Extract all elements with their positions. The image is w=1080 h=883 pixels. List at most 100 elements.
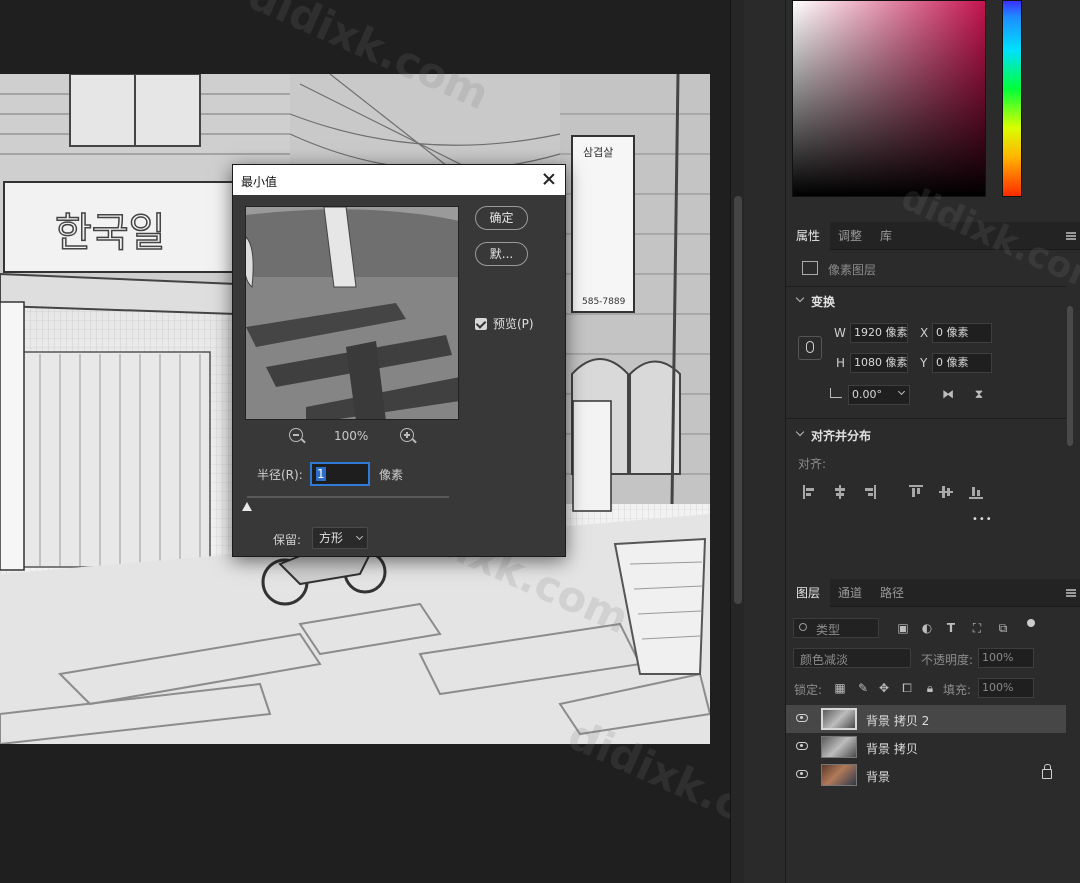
visibility-eye-icon[interactable] xyxy=(796,714,808,722)
y-label: Y xyxy=(920,356,928,370)
preserve-value: 方形 xyxy=(319,531,344,545)
chevron-down-icon xyxy=(355,532,364,541)
filter-preview-image[interactable] xyxy=(245,206,459,420)
align-distribute-heading: 对齐并分布 xyxy=(811,429,872,443)
height-label: H xyxy=(836,356,846,370)
align-horizontal-centers-icon[interactable] xyxy=(833,485,847,499)
lock-position-icon[interactable]: ✥ xyxy=(877,681,891,695)
preserve-label: 保留: xyxy=(273,533,302,547)
angle-icon xyxy=(830,388,842,398)
x-label: X xyxy=(920,326,929,340)
filter-kind-label: 类型 xyxy=(816,623,841,637)
hue-slider[interactable] xyxy=(1002,0,1022,197)
zoom-out-icon[interactable] xyxy=(289,428,303,442)
fill-label: 填充: xyxy=(943,683,972,697)
lock-all-icon[interactable]: 🔒︎ xyxy=(923,681,937,695)
blend-mode-select[interactable]: 颜色减淡 xyxy=(793,648,911,668)
properties-panel-tabs: 属性 调整 库 xyxy=(786,222,1080,250)
dialog-title: 最小值 xyxy=(241,175,278,189)
canvas-vertical-scrollbar[interactable] xyxy=(730,0,744,883)
radius-unit: 像素 xyxy=(379,468,404,482)
panel-menu-icon[interactable] xyxy=(1066,232,1076,240)
layer-name[interactable]: 背景 xyxy=(866,768,890,785)
link-proportions-button[interactable] xyxy=(798,336,822,360)
dialog-body: 确定 默... 预览(P) 100% 半径(R): 1 像素 保留: 方形 xyxy=(233,195,565,556)
align-left-edges-icon[interactable] xyxy=(803,485,817,499)
tab-channels[interactable]: 通道 xyxy=(828,579,872,607)
width-label: W xyxy=(834,326,846,340)
blend-mode-value: 颜色减淡 xyxy=(800,653,849,667)
tab-properties[interactable]: 属性 xyxy=(786,222,831,250)
ok-button[interactable]: 确定 xyxy=(475,206,528,230)
divider xyxy=(786,286,1066,287)
filter-type-icon[interactable]: T xyxy=(944,621,958,635)
flip-vertical-icon[interactable]: ⧗ xyxy=(972,387,986,401)
collapsed-panel-strip xyxy=(744,0,786,883)
align-vertical-centers-icon[interactable] xyxy=(939,485,953,499)
filter-smart-object-icon[interactable]: ⧉ xyxy=(996,621,1010,635)
layer-row[interactable]: 背景 拷贝 2 xyxy=(786,705,1066,733)
phone-number-text: 585-7889 xyxy=(582,297,626,307)
canvas-scroll-thumb[interactable] xyxy=(734,196,742,604)
align-bottom-edges-icon[interactable] xyxy=(969,485,983,499)
lock-image-pixels-icon[interactable]: ✎ xyxy=(856,681,870,695)
flip-horizontal-icon[interactable]: ⧓ xyxy=(941,387,955,401)
properties-scrollbar[interactable] xyxy=(1066,296,1074,546)
layer-row[interactable]: 背景 xyxy=(786,761,1066,789)
align-top-edges-icon[interactable] xyxy=(909,485,923,499)
filter-toggle-icon[interactable] xyxy=(1027,619,1035,627)
radius-slider-thumb[interactable] xyxy=(242,502,252,511)
radius-slider-track[interactable] xyxy=(247,496,449,498)
layer-thumbnail xyxy=(821,764,857,786)
x-field[interactable]: 0 像素 xyxy=(932,323,992,343)
preview-label[interactable]: 预览(P) xyxy=(493,315,534,332)
tab-layers[interactable]: 图层 xyxy=(786,579,831,607)
link-icon xyxy=(806,341,814,353)
opacity-field[interactable]: 100% xyxy=(978,648,1034,668)
transform-heading: 变换 xyxy=(811,295,836,309)
lock-transparent-pixels-icon[interactable]: ▦ xyxy=(833,681,847,695)
layer-thumbnail xyxy=(821,736,857,758)
lock-label: 锁定: xyxy=(794,683,823,697)
lock-icon xyxy=(1042,764,1052,779)
panels-area: 属性 调整 库 像素图层 变换 W 1920 像素 X 0 像素 H 1080 … xyxy=(744,0,1080,883)
properties-scroll-thumb[interactable] xyxy=(1067,306,1073,446)
filter-pixel-icon[interactable]: ▣ xyxy=(896,621,910,635)
radius-input[interactable]: 1 xyxy=(311,463,369,485)
color-saturation-field[interactable] xyxy=(792,0,986,197)
filter-adjustment-icon[interactable]: ◐ xyxy=(920,621,934,635)
width-field[interactable]: 1920 像素 xyxy=(850,323,908,343)
align-right-edges-icon[interactable] xyxy=(862,485,876,499)
radius-value: 1 xyxy=(316,467,326,481)
minimum-filter-dialog: 最小值 确定 默... 预览(P) 100% 半径(R): 1 像素 保留: 方… xyxy=(232,164,566,557)
panel-menu-icon[interactable] xyxy=(1066,589,1076,597)
preserve-select[interactable]: 方形 xyxy=(312,527,368,549)
tab-libraries[interactable]: 库 xyxy=(870,222,902,250)
korean-sign-text: 한국일 xyxy=(55,210,165,256)
zoom-in-icon[interactable] xyxy=(400,428,414,442)
lock-artboard-icon[interactable]: ⧠ xyxy=(900,681,914,695)
layers-panel-tabs: 图层 通道 路径 xyxy=(786,579,1080,607)
dialog-titlebar[interactable]: 最小值 xyxy=(233,165,565,195)
radius-label: 半径(R): xyxy=(257,468,303,482)
small-sign-text: 삼겹살 xyxy=(583,146,613,159)
filter-shape-icon[interactable]: ⛶ xyxy=(970,621,984,635)
layer-name[interactable]: 背景 拷贝 2 xyxy=(866,712,929,729)
visibility-eye-icon[interactable] xyxy=(796,770,808,778)
preview-illustration xyxy=(246,207,458,419)
default-button[interactable]: 默... xyxy=(475,242,528,266)
preview-checkbox[interactable] xyxy=(475,318,487,330)
fill-field[interactable]: 100% xyxy=(978,678,1034,698)
layer-filter-select[interactable]: 类型 xyxy=(793,618,879,638)
opacity-label: 不透明度: xyxy=(921,653,974,667)
tab-adjustments[interactable]: 调整 xyxy=(828,222,872,250)
height-field[interactable]: 1080 像素 xyxy=(850,353,908,373)
layer-type-label: 像素图层 xyxy=(828,263,877,277)
close-icon[interactable] xyxy=(541,171,557,187)
tab-paths[interactable]: 路径 xyxy=(870,579,914,607)
more-options-button[interactable]: ••• xyxy=(972,514,993,525)
visibility-eye-icon[interactable] xyxy=(796,742,808,750)
layer-name[interactable]: 背景 拷贝 xyxy=(866,740,918,757)
y-field[interactable]: 0 像素 xyxy=(932,353,992,373)
layer-row[interactable]: 背景 拷贝 xyxy=(786,733,1066,761)
